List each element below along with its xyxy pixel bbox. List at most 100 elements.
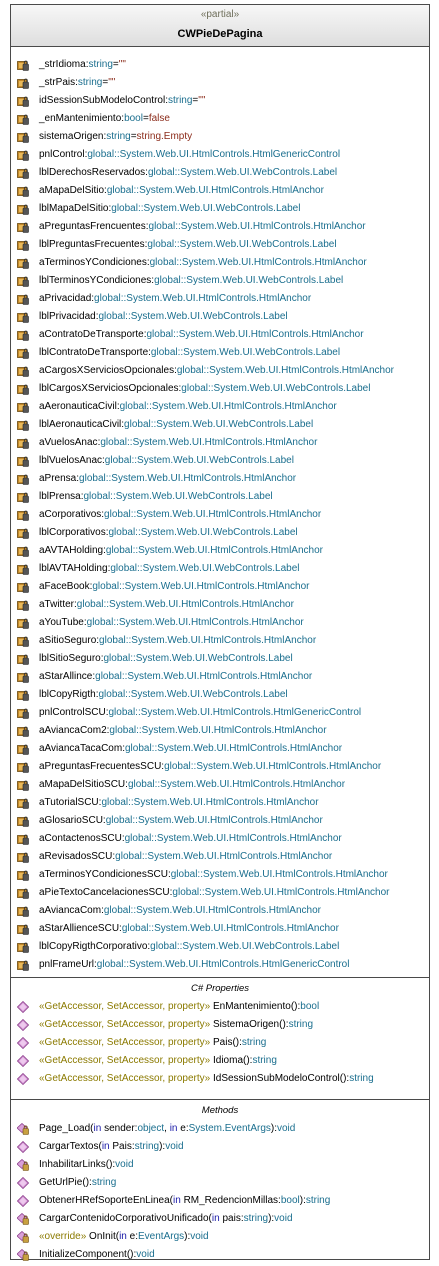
field-name: lblVuelosAnac [39,455,103,466]
field-name: lblContratoDeTransporte [39,347,149,358]
methods-title: Methods [201,1105,239,1116]
field-name: aAviancaTacaCom [39,743,123,754]
properties-list: «GetAccessor, SetAccessor, property» EnM… [11,998,429,1088]
param-type: string [134,1141,160,1152]
field-type: global::System.Web.UI.WebControls.Label [147,167,338,178]
field-row: aFaceBook:global::System.Web.UI.HtmlCont… [11,578,429,596]
field-row: aRevisadosSCU:global::System.Web.UI.Html… [11,848,429,866]
field-type: global::System.Web.UI.HtmlControls.HtmlA… [119,401,337,412]
field-name: _strPais [39,77,76,88]
field-type: global::System.Web.UI.HtmlControls.HtmlA… [176,365,394,376]
method-row: InhabilitarLinks():void [11,1156,429,1174]
field-name: lblCopyRigthCorporativo [39,941,148,952]
method-name: CargarContenidoCorporativoUnificado [39,1213,209,1224]
field-name: lblTerminosYCondiciones [39,275,152,286]
properties-title: C# Properties [190,983,250,994]
param-direction: in [101,1141,110,1152]
field-row: aPrivacidad:global::System.Web.UI.HtmlCo… [11,290,429,308]
field-name: lblAeronauticaCivil [39,419,122,430]
field-name: _strIdioma [39,59,86,70]
param-direction: in [172,1195,181,1206]
field-type: global::System.Web.UI.HtmlControls.HtmlG… [108,707,362,718]
field-type: global::System.Web.UI.WebControls.Label [98,311,288,322]
field-row: aGlosarioSCU:global::System.Web.UI.HtmlC… [11,812,429,830]
field-row: lblPrensa:global::System.Web.UI.WebContr… [11,488,429,506]
property-row: «GetAccessor, SetAccessor, property» EnM… [11,998,429,1016]
field-row: pnlControl:global::System.Web.UI.HtmlCon… [11,146,429,164]
property-stereotype: «GetAccessor, SetAccessor, property» [39,1019,211,1030]
property-stereotype: «GetAccessor, SetAccessor, property» [39,1073,211,1084]
field-name: lblCargosXServiciosOpcionales [39,383,179,394]
param-name: e [180,1123,186,1134]
property-name: SistemaOrigen [212,1019,280,1030]
param-direction: in [93,1123,102,1134]
property-row: «GetAccessor, SetAccessor, property» Sis… [11,1016,429,1034]
field-row: _strPais:string="" [11,74,429,92]
field-type: global::System.Web.UI.HtmlControls.HtmlA… [149,257,367,268]
field-name: lblPrensa [39,491,81,502]
field-name: aAviancaCom [39,905,102,916]
field-row: lblCopyRigthCorporativo:global::System.W… [11,938,429,956]
field-row: lblCargosXServiciosOpcionales:global::Sy… [11,380,429,398]
class-stereotype: «partial» [200,9,240,20]
field-row: aPreguntasFrecuentesSCU:global::System.W… [11,758,429,776]
properties-section: C# Properties «GetAccessor, SetAccessor,… [11,982,429,1100]
field-type: global::System.Web.UI.HtmlControls.HtmlA… [121,923,339,934]
field-name: aMapaDelSitioSCU [39,779,126,790]
field-row: aTerminosYCondicionesSCU:global::System.… [11,866,429,884]
field-row: aAviancaCom2:global::System.Web.UI.HtmlC… [11,722,429,740]
property-stereotype: «GetAccessor, SetAccessor, property» [39,1001,211,1012]
field-row: aTerminosYCondiciones:global::System.Web… [11,254,429,272]
field-name: lblCopyRigth [39,689,96,700]
field-default: false [148,113,170,124]
field-name: lblAVTAHolding [39,563,108,574]
field-row: lblCorporativos:global::System.Web.UI.We… [11,524,429,542]
field-type: global::System.Web.UI.HtmlControls.HtmlG… [96,959,350,970]
method-return-type: string [91,1177,117,1188]
field-name: lblCorporativos [39,527,106,538]
field-row: aCargosXServiciosOpcionales:global::Syst… [11,362,429,380]
field-type: global::System.Web.UI.HtmlControls.HtmlA… [103,905,321,916]
field-type: global::System.Web.UI.WebControls.Label [83,491,273,502]
field-row: aMapaDelSitioSCU:global::System.Web.UI.H… [11,776,429,794]
param-name: Pais [112,1141,132,1152]
methods-section: Methods Page_Load(in sender:object, in e… [11,1104,429,1264]
method-row: CargarContenidoCorporativoUnificado(in p… [11,1210,429,1228]
field-name: lblPreguntasFrecuentes [39,239,145,250]
field-type: global::System.Web.UI.HtmlControls.HtmlA… [172,887,390,898]
field-row: lblPreguntasFrecuentes:global::System.We… [11,236,429,254]
field-row: lblSitioSeguro:global::System.Web.UI.Web… [11,650,429,668]
param-direction: in [119,1231,127,1242]
field-type: global::System.Web.UI.HtmlControls.HtmlA… [124,833,342,844]
field-type: global::System.Web.UI.WebControls.Label [98,689,288,700]
field-name: aAviancaCom2 [39,725,107,736]
field-type: global::System.Web.UI.HtmlControls.HtmlA… [127,779,346,790]
method-row: GetUrlPie():string [11,1174,429,1192]
field-row: pnlControlSCU:global::System.Web.UI.Html… [11,704,429,722]
field-name: aPreguntasFrencuentes [39,221,146,232]
field-type: global::System.Web.UI.WebControls.Label [104,455,294,466]
property-stereotype: «GetAccessor, SetAccessor, property» [39,1037,211,1048]
field-type: global::System.Web.UI.HtmlControls.HtmlA… [106,185,324,196]
field-type: global::System.Web.UI.WebControls.Label [110,563,300,574]
field-name: aRevisadosSCU [39,851,113,862]
method-name: GetUrlPie [39,1177,83,1188]
field-default: "" [118,59,126,70]
field-row: aStarAllince:global::System.Web.UI.HtmlC… [11,668,429,686]
field-row: aContactenosSCU:global::System.Web.UI.Ht… [11,830,429,848]
field-type: global::System.Web.UI.HtmlControls.HtmlA… [94,293,312,304]
field-name: aVuelosAnac [39,437,98,448]
field-row: lblMapaDelSitio:global::System.Web.UI.We… [11,200,429,218]
field-name: aContactenosSCU [39,833,122,844]
field-name: aPrivacidad [39,293,92,304]
field-name: aPrensa [39,473,77,484]
field-row: lblAVTAHolding:global::System.Web.UI.Web… [11,560,429,578]
field-type: global::System.Web.UI.HtmlControls.HtmlA… [86,617,304,628]
property-name: Idioma [212,1055,243,1066]
field-row: aStarAllienceSCU:global::System.Web.UI.H… [11,920,429,938]
param-name: RM_RedencionMillas [183,1195,279,1206]
field-row: _strIdioma:string="" [11,56,429,74]
field-type: global::System.Web.UI.WebControls.Label [181,383,371,394]
field-name: sistemaOrigen [39,131,104,142]
field-type: global::System.Web.UI.HtmlControls.HtmlA… [92,581,310,592]
